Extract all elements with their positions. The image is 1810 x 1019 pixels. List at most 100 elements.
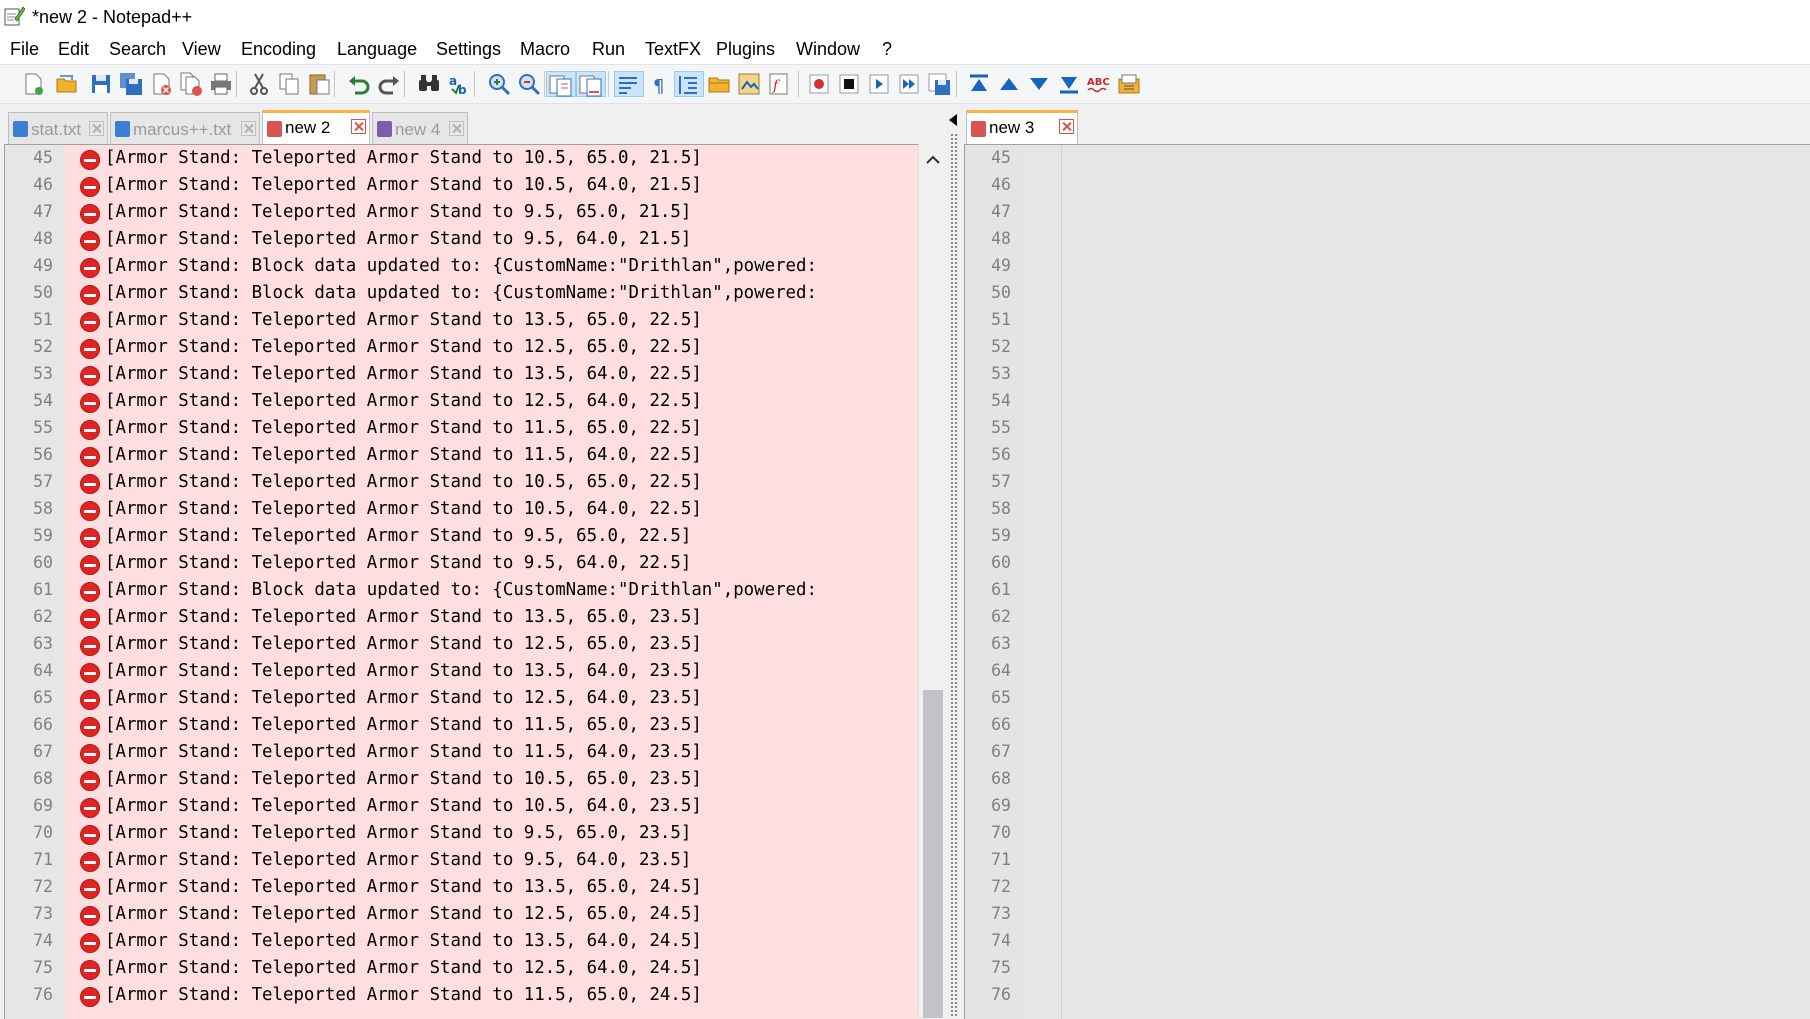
save-macro-icon[interactable] [926,71,952,97]
editor-line[interactable]: 51 [965,307,1810,334]
editor-line[interactable]: 66 [Armor Stand: Teleported Armor Stand t… [5,712,921,739]
tab-new-2[interactable]: new 2 [262,110,370,144]
editor-line[interactable]: 63 [965,631,1810,658]
splitter-arrow-icon[interactable] [949,114,957,126]
editor-line[interactable]: 68 [Armor Stand: Teleported Armor Stand t… [5,766,921,793]
run-macro-multiple-icon[interactable] [896,71,922,97]
editor-line[interactable]: 67 [965,739,1810,766]
editor-line[interactable]: 70 [Armor Stand: Teleported Armor Stand t… [5,820,921,847]
tab-close-icon[interactable] [241,121,256,136]
editor-line[interactable]: 52 [965,334,1810,361]
editor-line[interactable]: 60 [Armor Stand: Teleported Armor Stand t… [5,550,921,577]
menu-language[interactable]: Language [337,39,417,60]
editor-line[interactable]: 61 [Armor Stand: Block data updated to: {… [5,577,921,604]
save-icon[interactable] [88,71,114,97]
compare-icon[interactable] [1116,71,1142,97]
paste-icon[interactable] [306,71,332,97]
indent-guide-icon[interactable] [674,71,704,97]
menu-settings[interactable]: Settings [436,39,501,60]
menu-plugins[interactable]: Plugins [716,39,775,60]
menu-file[interactable]: File [10,39,39,60]
tab-close-icon[interactable] [449,121,464,136]
menu-encoding[interactable]: Encoding [241,39,316,60]
editor-line[interactable]: 49 [965,253,1810,280]
menu-run[interactable]: Run [592,39,625,60]
editor-line[interactable]: 71 [Armor Stand: Teleported Armor Stand t… [5,847,921,874]
function-list-icon[interactable]: f [766,71,792,97]
scroll-up-icon[interactable] [919,148,947,172]
editor-line[interactable]: 72 [Armor Stand: Teleported Armor Stand t… [5,874,921,901]
menu-search[interactable]: Search [109,39,166,60]
tab-close-icon[interactable] [1059,119,1074,134]
editor-line[interactable]: 49 [Armor Stand: Block data updated to: {… [5,253,921,280]
spell-check-icon[interactable]: ABC [1086,71,1112,97]
editor-line[interactable]: 73 [Armor Stand: Teleported Armor Stand t… [5,901,921,928]
editor-line[interactable]: 53 [Armor Stand: Teleported Armor Stand t… [5,361,921,388]
menu-macro[interactable]: Macro [520,39,570,60]
first-diff-icon[interactable] [966,71,992,97]
record-macro-icon[interactable] [806,71,832,97]
undo-icon[interactable] [346,71,372,97]
editor-line[interactable]: 64 [965,658,1810,685]
save-all-icon[interactable] [118,71,144,97]
editor-line[interactable]: 51 [Armor Stand: Teleported Armor Stand t… [5,307,921,334]
prev-diff-icon[interactable] [996,71,1022,97]
editor-line[interactable]: 71 [965,847,1810,874]
editor-line[interactable]: 55 [965,415,1810,442]
left-editor[interactable]: 45 [Armor Stand: Teleported Armor Stand t… [4,144,921,1019]
view-splitter[interactable] [946,108,962,1018]
editor-line[interactable]: 72 [965,874,1810,901]
sync-vertical-icon[interactable] [546,71,576,97]
editor-line[interactable]: 55 [Armor Stand: Teleported Armor Stand t… [5,415,921,442]
replace-icon[interactable]: ab [446,71,472,97]
editor-line[interactable]: 66 [965,712,1810,739]
editor-line[interactable]: 61 [965,577,1810,604]
print-icon[interactable] [208,71,234,97]
editor-line[interactable]: 76 [965,982,1810,1009]
editor-line[interactable]: 62 [965,604,1810,631]
tab-marcus-txt[interactable]: marcus++.txt [110,112,260,144]
close-all-icon[interactable] [178,71,204,97]
editor-line[interactable]: 70 [965,820,1810,847]
editor-line[interactable]: 69 [965,793,1810,820]
next-diff-icon[interactable] [1026,71,1052,97]
editor-line[interactable]: 45 [965,145,1810,172]
editor-line[interactable]: 56 [965,442,1810,469]
menu-textfx[interactable]: TextFX [645,39,701,60]
tab-close-icon[interactable] [89,121,104,136]
editor-line[interactable]: 46 [Armor Stand: Teleported Armor Stand t… [5,172,921,199]
find-icon[interactable] [416,71,442,97]
menu-help[interactable]: ? [882,39,892,60]
editor-line[interactable]: 64 [Armor Stand: Teleported Armor Stand t… [5,658,921,685]
editor-line[interactable]: 63 [Armor Stand: Teleported Armor Stand t… [5,631,921,658]
show-all-chars-icon[interactable]: ¶ [646,71,672,97]
stop-recording-icon[interactable] [836,71,862,97]
editor-line[interactable]: 62 [Armor Stand: Teleported Armor Stand t… [5,604,921,631]
close-icon[interactable] [148,71,174,97]
menu-view[interactable]: View [182,39,221,60]
editor-line[interactable]: 74 [Armor Stand: Teleported Armor Stand t… [5,928,921,955]
last-diff-icon[interactable] [1056,71,1082,97]
document-map-icon[interactable] [736,71,762,97]
folder-icon[interactable] [706,71,732,97]
editor-line[interactable]: 48 [Armor Stand: Teleported Armor Stand t… [5,226,921,253]
tab-stat-txt[interactable]: stat.txt [8,112,108,144]
menu-window[interactable]: Window [796,39,860,60]
editor-line[interactable]: 57 [965,469,1810,496]
editor-line[interactable]: 59 [965,523,1810,550]
editor-line[interactable]: 76 [Armor Stand: Teleported Armor Stand t… [5,982,921,1009]
vertical-scrollbar[interactable] [918,144,947,1018]
tab-new-4[interactable]: new 4 [372,112,468,144]
scrollbar-thumb[interactable] [923,690,943,1018]
zoom-out-icon[interactable] [516,71,542,97]
play-macro-icon[interactable] [866,71,892,97]
editor-line[interactable]: 65 [Armor Stand: Teleported Armor Stand t… [5,685,921,712]
editor-line[interactable]: 46 [965,172,1810,199]
editor-line[interactable]: 50 [Armor Stand: Block data updated to: {… [5,280,921,307]
editor-line[interactable]: 52 [Armor Stand: Teleported Armor Stand t… [5,334,921,361]
editor-line[interactable]: 57 [Armor Stand: Teleported Armor Stand t… [5,469,921,496]
editor-line[interactable]: 69 [Armor Stand: Teleported Armor Stand t… [5,793,921,820]
sync-horizontal-icon[interactable] [576,71,606,97]
editor-line[interactable]: 47 [965,199,1810,226]
new-file-icon[interactable] [20,71,46,97]
